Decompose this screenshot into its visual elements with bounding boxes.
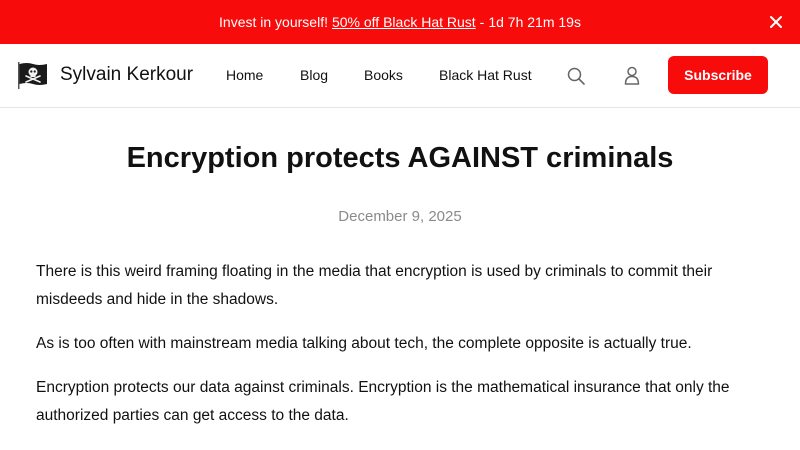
promo-separator: -: [479, 14, 485, 30]
promo-banner: Invest in yourself! 50% off Black Hat Ru…: [0, 0, 800, 44]
subscribe-button[interactable]: Subscribe: [668, 56, 768, 94]
site-title[interactable]: Sylvain Kerkour: [60, 64, 193, 86]
close-icon[interactable]: [768, 14, 784, 30]
article-paragraph: As is too often with mainstream media ta…: [36, 335, 692, 352]
promo-countdown: 1d 7h 21m 19s: [488, 14, 581, 30]
promo-text: Invest in yourself!: [219, 14, 328, 30]
article-body: There is this weird framing floating in …: [36, 258, 766, 446]
article-date: December 9, 2025: [338, 208, 462, 225]
pirate-flag-icon[interactable]: [17, 61, 48, 89]
site-header: Sylvain Kerkour Home Blog Books Black Ha…: [0, 44, 800, 108]
nav-black-hat-rust[interactable]: Black Hat Rust: [439, 67, 532, 83]
nav-home[interactable]: Home: [226, 67, 263, 83]
promo-link[interactable]: 50% off Black Hat Rust: [332, 14, 476, 30]
article-title: Encryption protects AGAINST criminals: [126, 142, 674, 174]
search-icon[interactable]: [566, 66, 586, 86]
article-paragraph: Encryption protects our data against cri…: [36, 379, 730, 424]
nav-books[interactable]: Books: [364, 67, 403, 83]
article-paragraph: There is this weird framing floating in …: [36, 263, 713, 308]
account-icon[interactable]: [622, 65, 642, 85]
nav-blog[interactable]: Blog: [300, 67, 328, 83]
